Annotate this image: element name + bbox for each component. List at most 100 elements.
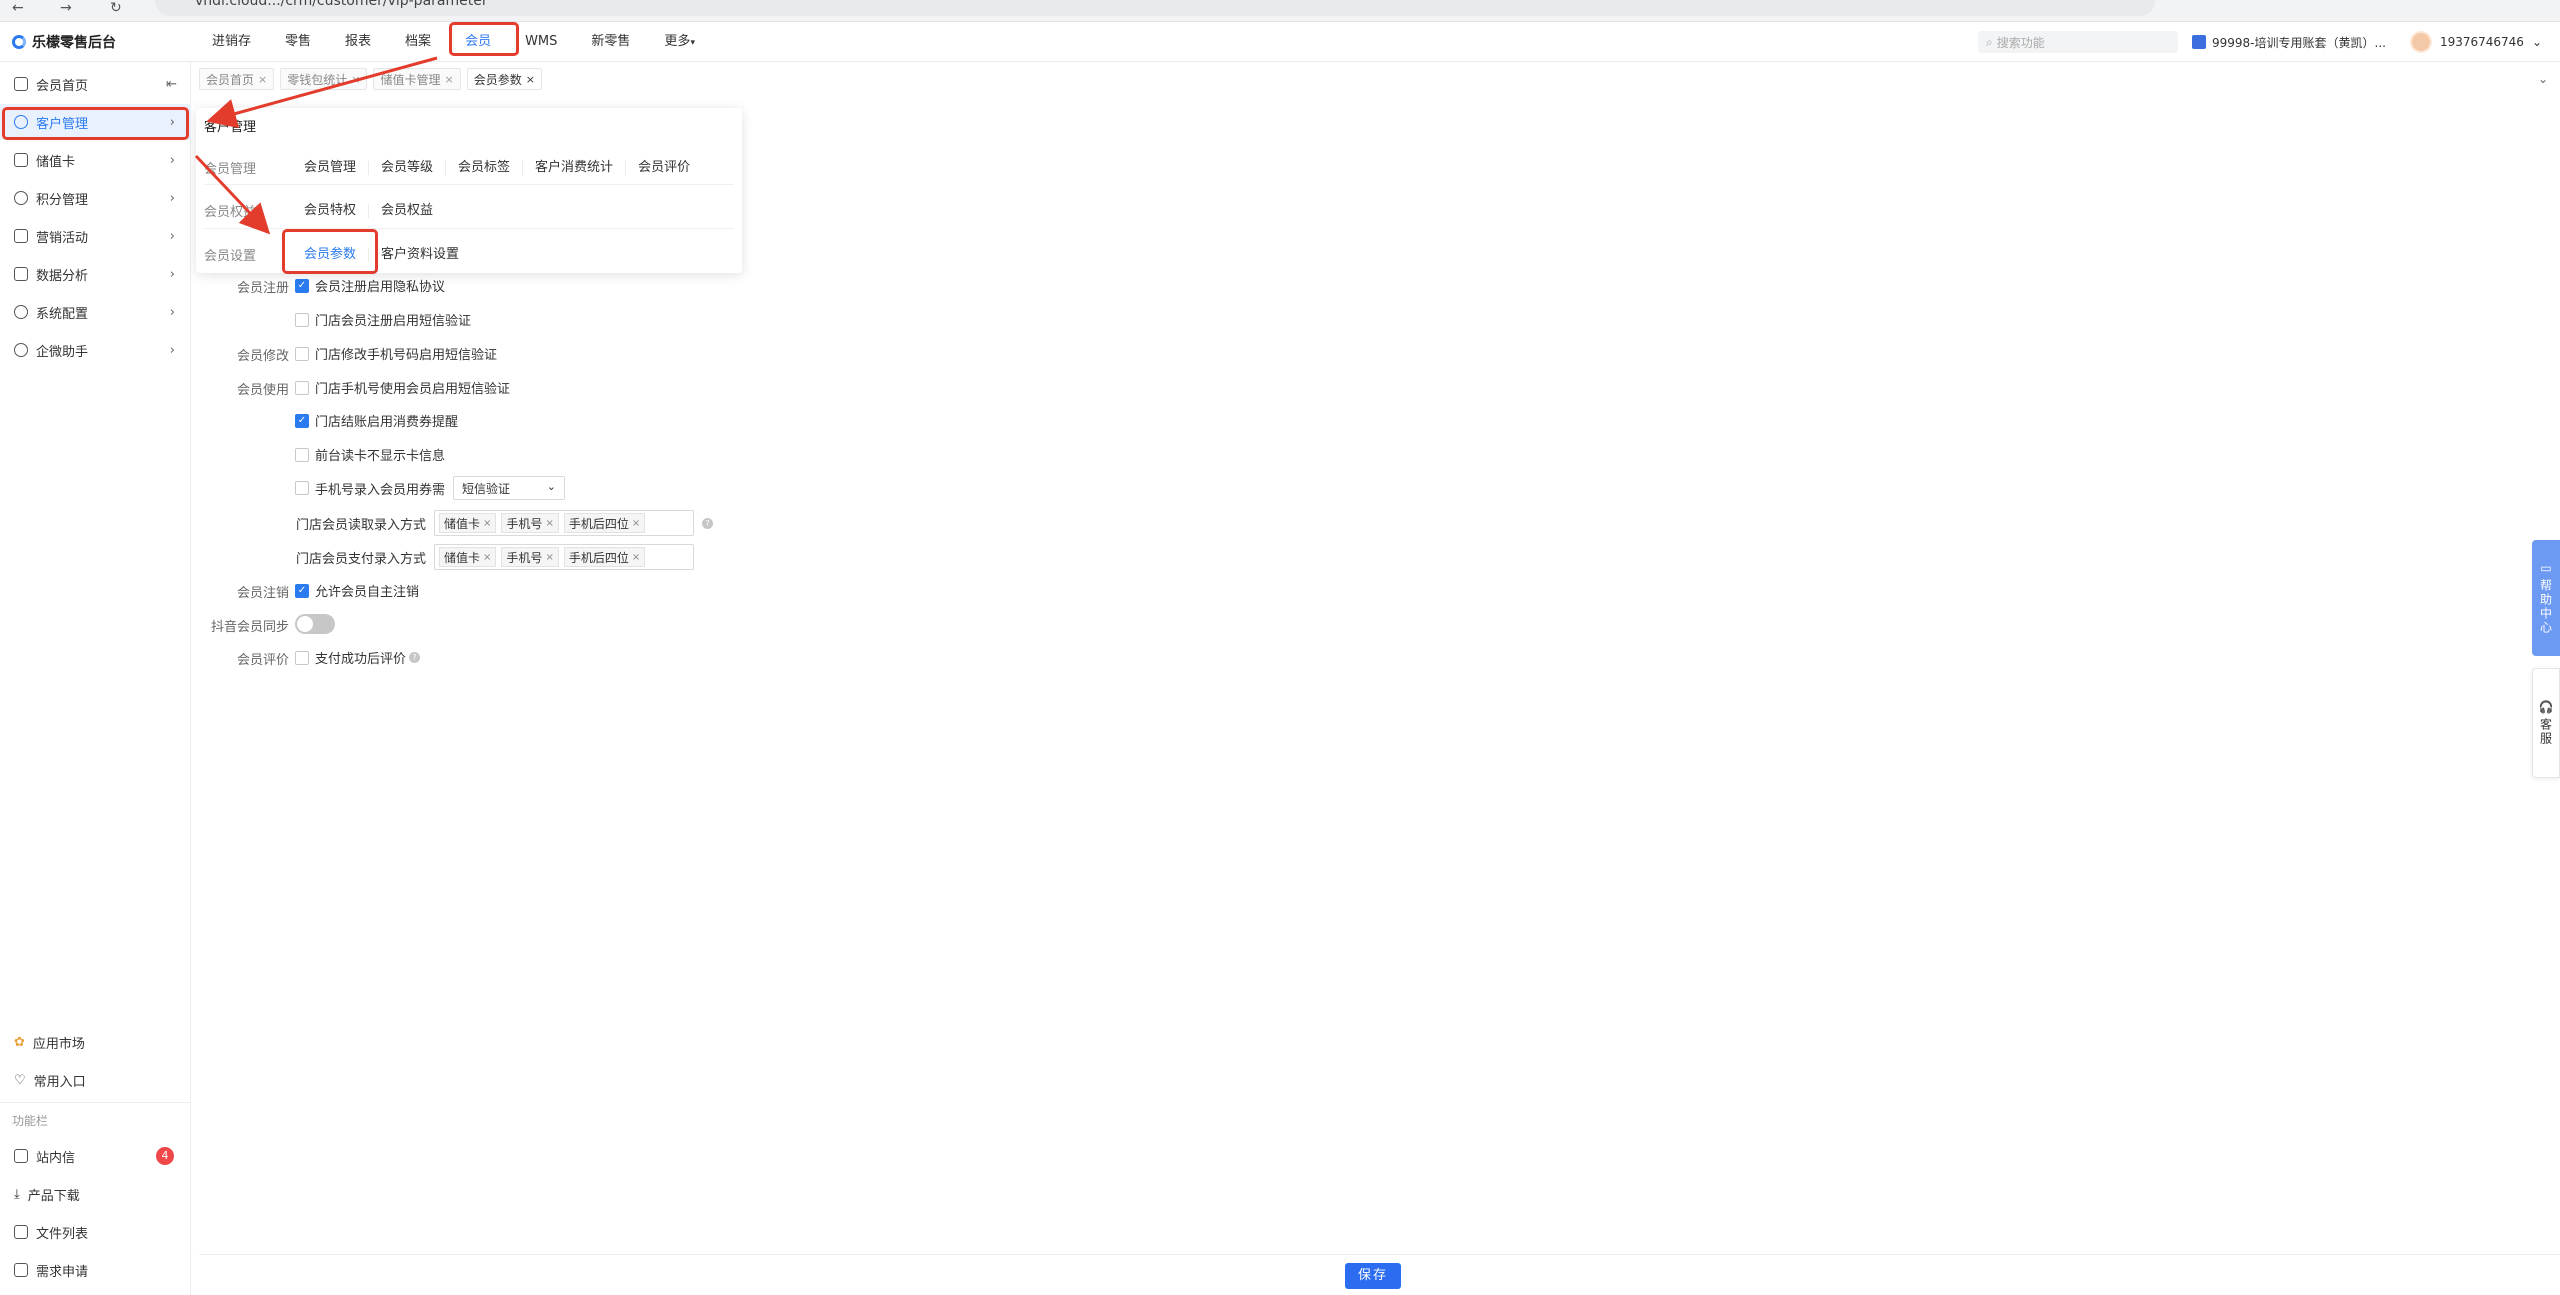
close-icon[interactable]: ×: [526, 73, 535, 86]
sidebar-item-app-market[interactable]: ✿ 应用市场: [0, 1024, 191, 1060]
top-nav-inventory[interactable]: 进销存: [195, 22, 268, 62]
option-label: 门店会员注册启用短信验证: [315, 314, 472, 329]
close-icon[interactable]: ×: [258, 73, 267, 86]
tag-close-icon[interactable]: ×: [632, 552, 640, 563]
option-label: 门店结账启用消费券提醒: [315, 415, 459, 430]
register-privacy-option[interactable]: ✓ 会员注册启用隐私协议: [295, 276, 445, 295]
menu-category: 会员设置: [204, 249, 257, 264]
sidebar-item-label: 会员首页: [36, 78, 89, 94]
menu-link-member-tags[interactable]: 会员标签: [446, 160, 524, 175]
checkbox[interactable]: [295, 312, 309, 327]
menu-link-member-privileges[interactable]: 会员特权: [292, 203, 370, 218]
sidebar-item-files[interactable]: 文件列表: [0, 1214, 191, 1250]
account-select[interactable]: 99998-培训专用账套（黄凯）...: [2192, 34, 2386, 51]
heart-icon: ♡: [14, 1072, 26, 1088]
sidebar-item-inbox[interactable]: 站内信 4: [0, 1138, 191, 1174]
menu-link-consumption-stats[interactable]: 客户消费统计: [523, 160, 627, 175]
tabs-more-icon[interactable]: ⌄: [2538, 72, 2548, 86]
help-icon[interactable]: ?: [409, 652, 421, 663]
forward-icon[interactable]: →: [60, 0, 72, 16]
sidebar-item-stored-card[interactable]: 储值卡 ›: [0, 142, 191, 178]
card-icon: [14, 153, 28, 167]
checkbox[interactable]: [295, 481, 309, 495]
reload-icon[interactable]: ↻: [110, 0, 122, 16]
menu-link-member-benefits[interactable]: 会员权益: [369, 203, 445, 218]
app-market-icon: ✿: [14, 1034, 25, 1050]
brand-logo-icon: [12, 35, 26, 49]
address-bar[interactable]: vhdi.cloud.../crm/customer/vip-parameter: [155, 0, 2155, 16]
menu-category: 会员权益: [204, 205, 257, 220]
top-nav-retail[interactable]: 零售: [268, 22, 328, 62]
help-center-button[interactable]: ▭ 帮助中心: [2532, 540, 2560, 656]
modify-sms-option[interactable]: 门店修改手机号码启用短信验证: [295, 344, 497, 363]
register-sms-option[interactable]: 门店会员注册启用短信验证: [295, 310, 471, 329]
sidebar-item-marketing[interactable]: 营销活动 ›: [0, 218, 191, 254]
cancel-self-option[interactable]: ✓ 允许会员自主注销: [295, 581, 419, 600]
use-coupon-reminder-option[interactable]: ✓ 门店结账启用消费券提醒: [295, 411, 458, 430]
tag-close-icon[interactable]: ×: [483, 552, 491, 563]
help-icon[interactable]: ?: [702, 517, 714, 529]
top-nav-more[interactable]: 更多▾: [647, 22, 712, 63]
sidebar-item-home[interactable]: 会员首页 ⇤: [0, 66, 191, 102]
top-nav-new-retail[interactable]: 新零售: [574, 22, 647, 62]
cancel-label: 会员注销: [236, 586, 289, 601]
tag-close-icon[interactable]: ×: [632, 518, 640, 529]
option-label: 会员注册启用隐私协议: [315, 280, 446, 295]
top-nav-reports[interactable]: 报表: [328, 22, 388, 62]
help-center-label: 帮助中心: [2538, 579, 2553, 635]
collapse-sidebar-icon[interactable]: ⇤: [166, 77, 177, 92]
tab-stored-card[interactable]: 储值卡管理 ×: [373, 68, 461, 90]
verify-method-select[interactable]: 短信验证 ⌄: [453, 476, 566, 500]
checkbox[interactable]: [295, 380, 309, 395]
sidebar-item-favorites[interactable]: ♡ 常用入口: [0, 1062, 191, 1098]
back-icon[interactable]: ←: [12, 0, 24, 16]
douyin-label: 抖音会员同步: [210, 620, 289, 635]
tab-wallet-stats[interactable]: 零钱包统计 ×: [280, 68, 368, 90]
menu-link-profile-settings[interactable]: 客户资料设置: [369, 247, 471, 262]
sidebar-item-label: 常用入口: [33, 1074, 86, 1090]
user-menu[interactable]: 19376746746 ⌄: [2409, 31, 2542, 53]
douyin-sync-toggle[interactable]: [295, 614, 335, 634]
tag-label: 储值卡: [444, 550, 481, 565]
brand[interactable]: 乐檬零售后台: [12, 32, 116, 52]
sidebar-item-wecom[interactable]: 企微助手 ›: [0, 332, 191, 368]
douyin-sync-toggle-row: [295, 614, 335, 634]
pay-method-tags-input[interactable]: 储值卡 × 手机号 × 手机后四位 ×: [434, 544, 695, 570]
menu-title: 客户管理: [204, 120, 257, 135]
top-nav-archive[interactable]: 档案: [388, 22, 448, 62]
tag-stored-card: 储值卡 ×: [439, 513, 497, 533]
tab-member-home[interactable]: 会员首页 ×: [199, 68, 275, 90]
sidebar-item-download[interactable]: ⤓ 产品下载: [0, 1176, 191, 1212]
use-hide-card-option[interactable]: 前台读卡不显示卡信息: [295, 445, 445, 464]
checkbox[interactable]: [295, 650, 309, 665]
review-after-pay-option[interactable]: 支付成功后评价 ?: [295, 648, 421, 667]
sidebar-item-requests[interactable]: 需求申请: [0, 1252, 191, 1288]
chevron-down-icon: ⌄: [546, 480, 557, 493]
customer-service-button[interactable]: 🎧 客服: [2532, 668, 2560, 778]
sidebar-item-points[interactable]: 积分管理 ›: [0, 180, 191, 216]
use-sms-option[interactable]: 门店手机号使用会员启用短信验证: [295, 378, 510, 397]
save-button[interactable]: 保存: [1345, 1263, 1401, 1289]
download-icon: ⤓: [14, 1186, 20, 1202]
sidebar-item-settings[interactable]: 系统配置 ›: [0, 294, 191, 330]
checkbox-checked[interactable]: ✓: [295, 413, 309, 428]
close-icon[interactable]: ×: [351, 73, 360, 86]
tag-close-icon[interactable]: ×: [545, 552, 553, 563]
search-input[interactable]: ⌕ 搜索功能: [1978, 31, 2178, 53]
menu-link-member-review[interactable]: 会员评价: [626, 160, 702, 175]
tab-member-params[interactable]: 会员参数 ×: [466, 68, 542, 90]
menu-link-member-level[interactable]: 会员等级: [369, 160, 447, 175]
checkbox-checked[interactable]: ✓: [295, 278, 309, 293]
register-label: 会员注册: [236, 281, 289, 296]
checkbox-checked[interactable]: ✓: [295, 583, 309, 598]
read-method-tags-input[interactable]: 储值卡 × 手机号 × 手机后四位 ×: [434, 510, 695, 536]
close-icon[interactable]: ×: [444, 73, 453, 86]
tag-close-icon[interactable]: ×: [545, 518, 553, 529]
checkbox[interactable]: [295, 447, 309, 462]
sidebar-item-label: 需求申请: [36, 1264, 89, 1280]
menu-link-member-management[interactable]: 会员管理: [292, 160, 370, 175]
checkbox[interactable]: [295, 346, 309, 361]
sidebar-item-analytics[interactable]: 数据分析 ›: [0, 256, 191, 292]
tag-close-icon[interactable]: ×: [483, 518, 491, 529]
use-coupon-verify-option[interactable]: 手机号录入会员用券需 短信验证 ⌄: [295, 476, 566, 500]
